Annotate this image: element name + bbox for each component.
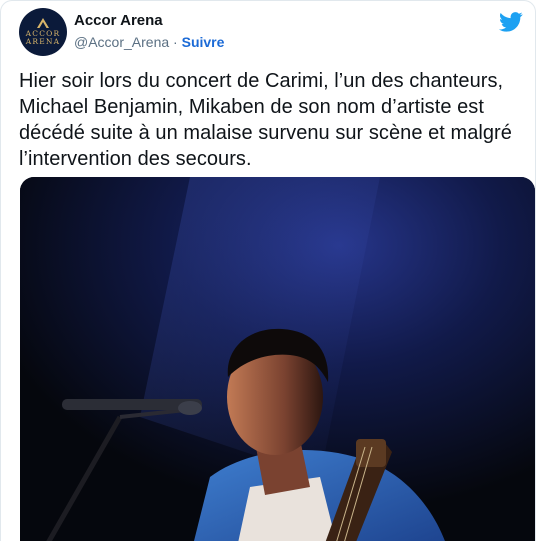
tweet-card[interactable]: ACCOR ARENA Accor Arena @Accor_Arena · S… xyxy=(0,0,536,541)
twitter-bird-icon[interactable] xyxy=(499,12,523,32)
author-handle[interactable]: @Accor_Arena xyxy=(74,34,169,50)
author-display-name[interactable]: Accor Arena xyxy=(74,11,224,31)
author-handle-row: @Accor_Arena · Suivre xyxy=(74,32,224,52)
tweet-text: Hier soir lors du concert de Carimi, l’u… xyxy=(19,70,512,170)
avatar-logo-line2: ARENA xyxy=(25,37,61,46)
tweet-header: ACCOR ARENA Accor Arena @Accor_Arena · S… xyxy=(19,8,525,58)
author-names: Accor Arena @Accor_Arena · Suivre xyxy=(74,11,224,52)
accor-logo-mark-icon xyxy=(37,18,49,28)
avatar[interactable]: ACCOR ARENA xyxy=(19,8,67,56)
concert-photo-image xyxy=(20,177,535,541)
handle-separator: · xyxy=(173,34,178,50)
follow-button[interactable]: Suivre xyxy=(182,34,225,50)
tweet-photo[interactable] xyxy=(20,177,535,541)
